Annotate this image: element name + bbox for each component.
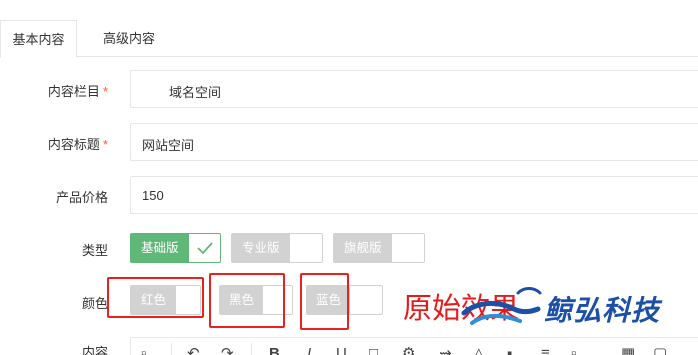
highlight-box-blue [300,273,349,330]
toolbar-divider [251,343,252,355]
help-icon[interactable]: ▫ [571,346,576,355]
tab-advanced-content[interactable]: 高级内容 [93,20,165,57]
unlink-icon[interactable]: △ [473,346,485,355]
column-select-value: 域名空间 [169,85,222,100]
title-input[interactable]: 网站空间 [130,123,698,161]
toolbar-divider [171,343,172,355]
image-icon[interactable]: ▪ [507,346,512,355]
align-icon[interactable]: ≡ [541,346,550,355]
type-option-basic-label: 基础版 [131,234,189,262]
type-option-pro-label: 专业版 [232,234,290,262]
type-option-pro[interactable]: 专业版 [231,233,323,263]
required-mark: * [102,137,108,152]
title-input-value: 网站空间 [142,138,195,153]
column-select[interactable]: 域名空间 [130,70,698,108]
title-label: 内容标题 * [47,137,108,152]
price-label: 产品价格 [55,190,108,205]
strikethrough-icon[interactable]: □ [369,346,378,355]
content-label: 内容 [81,345,108,355]
italic-icon[interactable]: I [307,346,311,355]
clipboard-icon[interactable]: ▢ [653,346,667,355]
required-mark: * [102,84,108,99]
highlight-box-red [107,277,204,318]
price-input-value: 150 [142,188,164,203]
type-option-flagship[interactable]: 旗舰版 [333,233,425,263]
highlight-box-black [209,273,285,328]
tab-bar: 基本内容 高级内容 [0,0,698,58]
font-color-icon[interactable]: ⚙ [402,346,415,355]
price-input[interactable]: 150 [130,176,698,214]
check-icon [197,242,213,255]
type-label: 类型 [81,243,108,258]
bold-icon[interactable]: B [269,346,280,355]
column-label: 内容栏目 * [47,84,108,99]
rich-text-editor[interactable]: ▫ ↶ ↷ B I U □ ⚙ ⇝ △ ▪ ≡ ▫ ▦ ▢ [130,337,698,355]
brand-logo-icon [461,287,542,325]
type-option-flagship-label: 旗舰版 [334,234,392,262]
tab-basic-content[interactable]: 基本内容 [0,20,77,58]
table-icon[interactable]: ▦ [621,346,635,355]
underline-icon[interactable]: U [336,346,347,355]
redo-icon[interactable]: ↷ [221,346,234,355]
link-icon[interactable]: ⇝ [439,346,452,355]
undo-icon[interactable]: ↶ [187,346,200,355]
watermark-brand: 鲸弘科技 [544,295,661,326]
color-label: 颜色 [81,296,108,311]
code-icon[interactable]: ▫ [141,346,146,355]
type-option-basic[interactable]: 基础版 [130,233,221,263]
